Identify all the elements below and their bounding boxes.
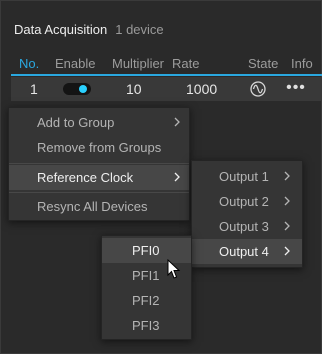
enable-toggle[interactable] <box>63 83 91 95</box>
menu-item-label: Output 2 <box>219 194 269 209</box>
menu-item-label: PFI3 <box>132 318 160 333</box>
mouse-cursor-icon <box>167 259 181 279</box>
menu-item-label: Resync All Devices <box>37 199 148 214</box>
header-sort-indicator <box>11 74 322 76</box>
column-header-enable[interactable]: Enable <box>55 56 95 71</box>
reference-clock-submenu: Output 1 Output 2 Output 3 Output 4 <box>191 160 303 268</box>
panel-title-text: Data Acquisition <box>14 22 108 37</box>
menu-item-label: PFI1 <box>132 268 160 283</box>
chevron-right-icon <box>284 196 290 206</box>
panel-title: Data Acquisition 1 device <box>14 22 164 37</box>
menu-item-remove-from-groups[interactable]: Remove from Groups <box>9 135 189 160</box>
table-header: No. Enable Multiplier Rate State Info <box>1 56 322 75</box>
menu-item-label: Reference Clock <box>37 170 134 185</box>
menu-item-pfi3[interactable]: PFI3 <box>102 313 191 338</box>
menu-item-add-to-group[interactable]: Add to Group <box>9 110 189 135</box>
menu-item-pfi2[interactable]: PFI2 <box>102 288 191 313</box>
menu-item-output-2[interactable]: Output 2 <box>192 189 302 214</box>
column-header-info[interactable]: Info <box>291 56 313 71</box>
device-count: 1 device <box>115 22 164 37</box>
menu-item-label: Output 4 <box>219 244 269 259</box>
rate-value[interactable]: 1000 <box>186 81 217 97</box>
more-icon[interactable]: ••• <box>285 80 307 98</box>
column-header-multiplier[interactable]: Multiplier <box>112 56 164 71</box>
device-number: 1 <box>30 81 38 97</box>
menu-item-label: PFI0 <box>132 243 160 258</box>
column-header-state[interactable]: State <box>248 56 278 71</box>
chevron-right-icon <box>284 171 290 181</box>
chevron-right-icon <box>174 172 180 182</box>
menu-divider <box>9 163 189 164</box>
output-4-submenu: PFI0 PFI1 PFI2 PFI3 <box>101 235 192 340</box>
menu-item-label: Output 3 <box>219 219 269 234</box>
table-row[interactable]: 1 10 1000 ••• <box>11 77 322 101</box>
chevron-right-icon <box>174 117 180 127</box>
menu-item-output-4[interactable]: Output 4 <box>192 239 302 264</box>
toggle-knob <box>79 85 87 93</box>
context-menu: Add to Group Remove from Groups Referenc… <box>8 107 190 221</box>
menu-item-label: PFI2 <box>132 293 160 308</box>
menu-item-label: Output 1 <box>219 169 269 184</box>
menu-item-reference-clock[interactable]: Reference Clock <box>9 165 189 190</box>
menu-item-label: Add to Group <box>37 115 115 130</box>
menu-item-label: Remove from Groups <box>37 140 162 155</box>
menu-item-output-1[interactable]: Output 1 <box>192 164 302 189</box>
waveform-icon[interactable] <box>249 80 267 98</box>
column-header-no[interactable]: No. <box>19 56 39 71</box>
chevron-right-icon <box>284 221 290 231</box>
column-header-rate[interactable]: Rate <box>172 56 199 71</box>
multiplier-value[interactable]: 10 <box>126 81 142 97</box>
chevron-right-icon <box>284 246 290 256</box>
menu-item-resync-all-devices[interactable]: Resync All Devices <box>9 194 189 219</box>
app-window: Data Acquisition 1 device No. Enable Mult… <box>0 0 322 354</box>
menu-divider <box>9 192 189 193</box>
menu-item-output-3[interactable]: Output 3 <box>192 214 302 239</box>
